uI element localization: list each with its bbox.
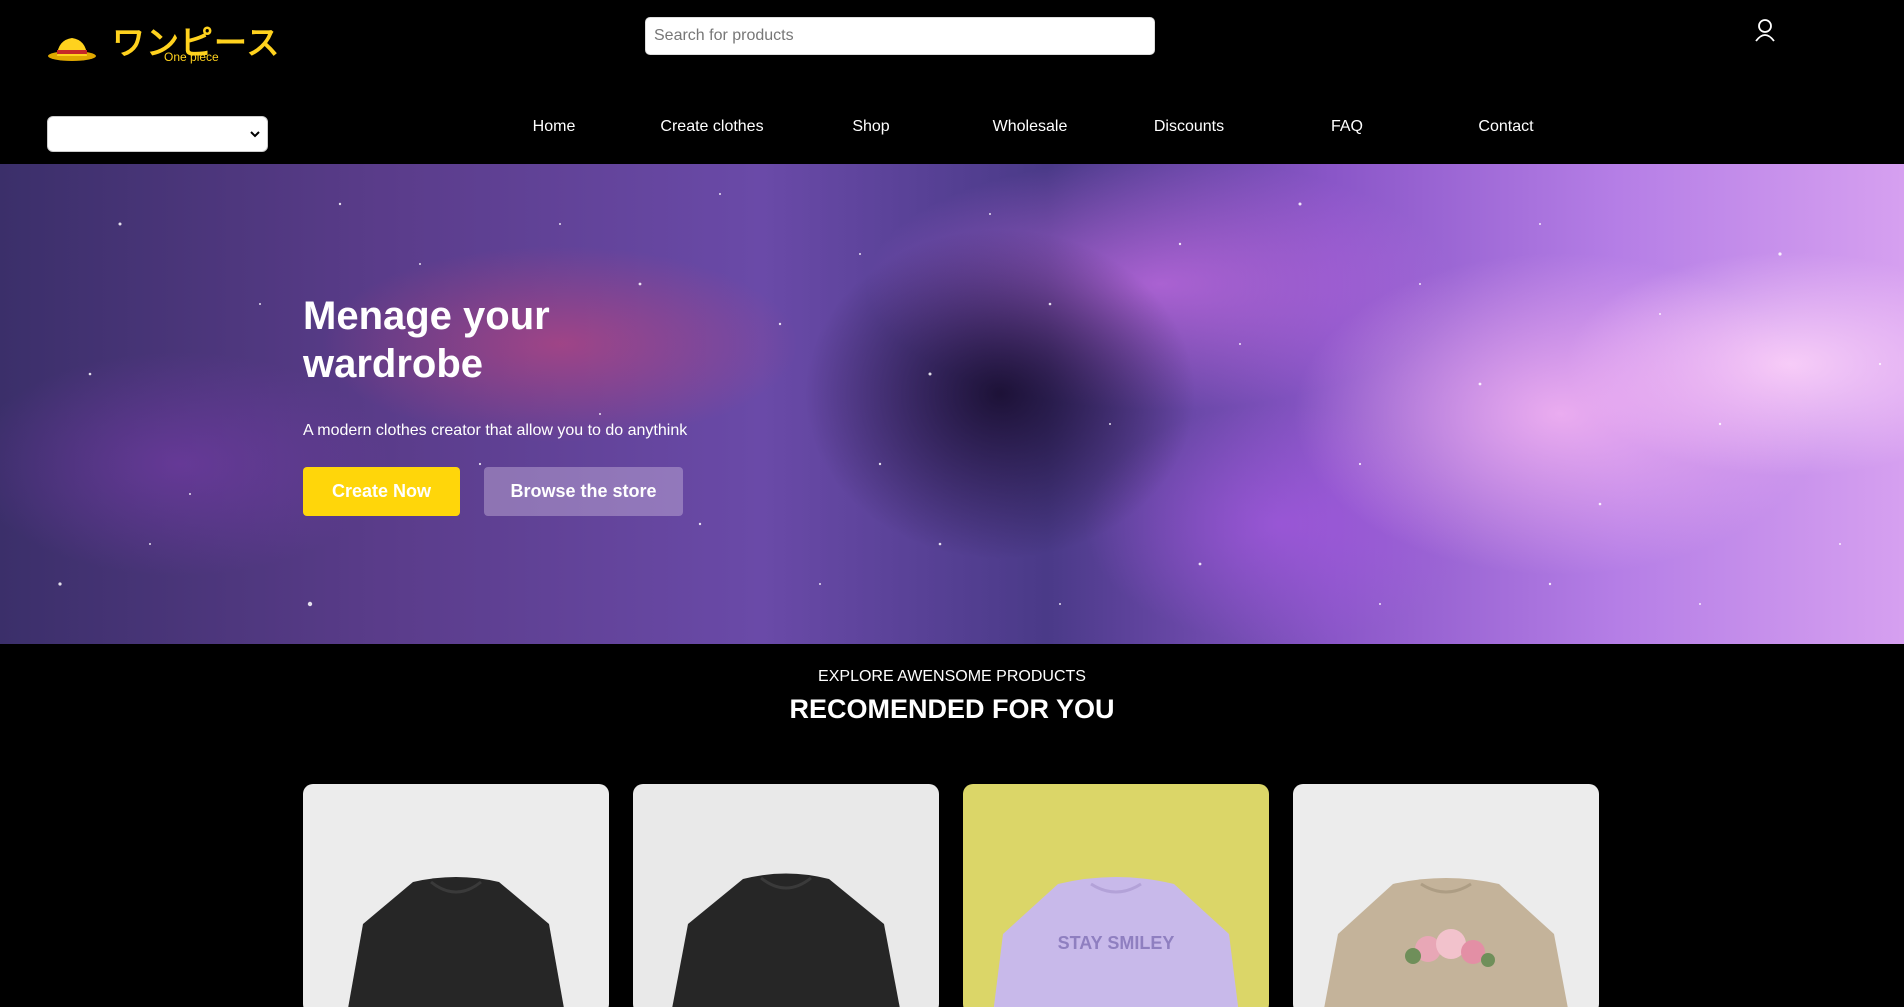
logo[interactable]: ワンピース One piece bbox=[46, 16, 279, 66]
tshirt-image bbox=[672, 873, 900, 1007]
create-now-button[interactable]: Create Now bbox=[303, 467, 460, 516]
hero-title: Menage your wardrobe bbox=[303, 294, 550, 386]
shirt-print-text: STAY SMILEY bbox=[1058, 933, 1175, 953]
tshirt-image: STAY SMILEY bbox=[993, 877, 1239, 1007]
tshirt-image bbox=[348, 877, 564, 1007]
product-card[interactable] bbox=[1293, 784, 1599, 1007]
browse-store-button[interactable]: Browse the store bbox=[484, 467, 683, 516]
nav-home[interactable]: Home bbox=[533, 118, 576, 136]
product-card[interactable] bbox=[633, 784, 939, 1007]
user-icon[interactable] bbox=[1754, 18, 1776, 42]
nav-discounts[interactable]: Discounts bbox=[1154, 118, 1224, 136]
search-input[interactable] bbox=[645, 17, 1155, 55]
nav-wholesale[interactable]: Wholesale bbox=[993, 118, 1068, 136]
section-kicker: EXPLORE AWENSOME PRODUCTS bbox=[818, 668, 1086, 685]
logo-subtitle: One piece bbox=[164, 50, 219, 64]
product-card[interactable]: STAY SMILEY bbox=[963, 784, 1269, 1007]
nav-faq[interactable]: FAQ bbox=[1331, 118, 1363, 136]
site-header: ワンピース One piece Home Create clothes Shop… bbox=[0, 0, 1904, 164]
nav-create-clothes[interactable]: Create clothes bbox=[660, 118, 763, 136]
product-card[interactable] bbox=[303, 784, 609, 1007]
straw-hat-icon bbox=[48, 38, 96, 61]
galaxy-background bbox=[58, 193, 1882, 607]
hero-banner: Menage your wardrobe A modern clothes cr… bbox=[0, 164, 1904, 644]
section-title: RECOMENDED FOR YOU bbox=[789, 694, 1115, 724]
nav-contact[interactable]: Contact bbox=[1478, 118, 1533, 136]
hero-subtitle: A modern clothes creator that allow you … bbox=[303, 422, 688, 439]
nav-shop[interactable]: Shop bbox=[852, 118, 889, 136]
main-nav: Home Create clothes Shop Wholesale Disco… bbox=[0, 118, 1904, 148]
tshirt-image bbox=[1324, 878, 1568, 1007]
